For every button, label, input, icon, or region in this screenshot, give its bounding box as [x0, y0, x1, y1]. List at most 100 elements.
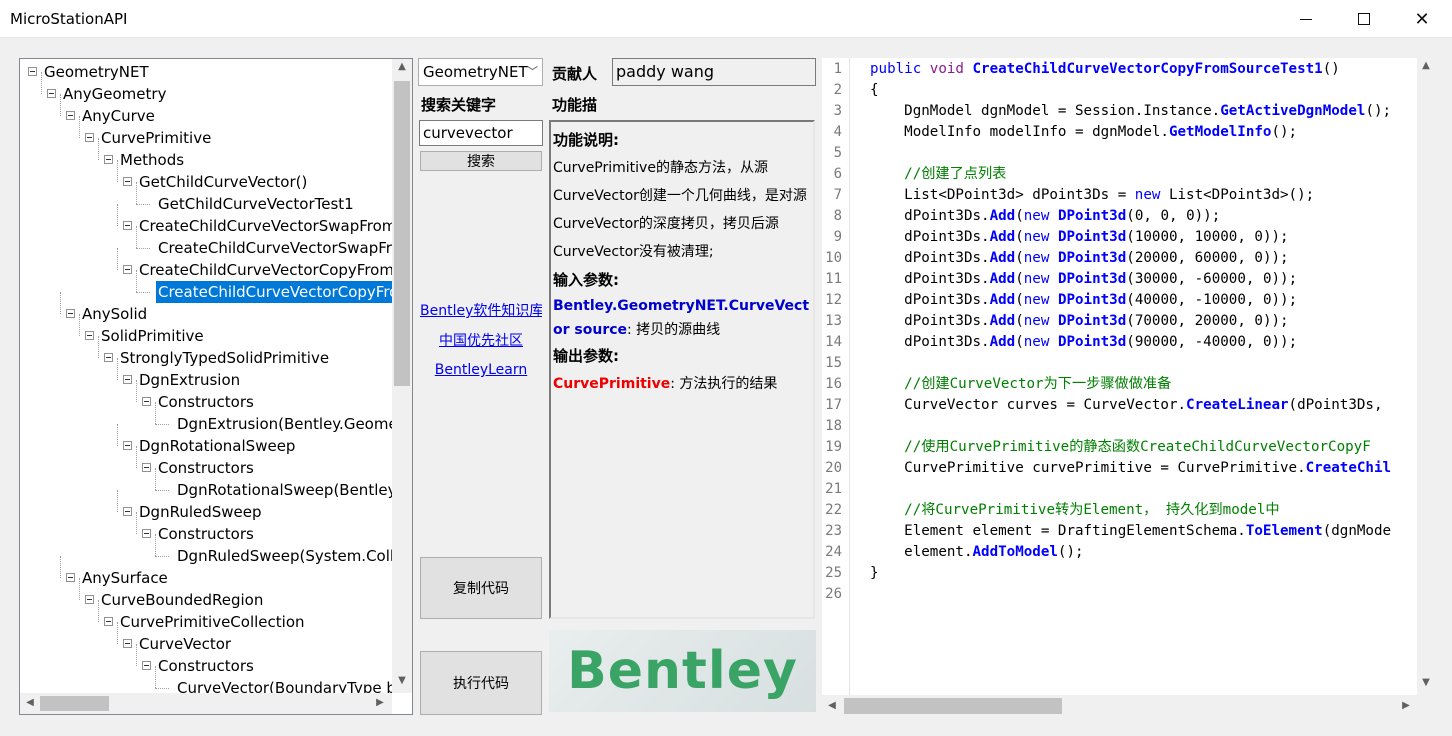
collapse-toggle-icon[interactable]	[85, 595, 94, 604]
code-token: List<DPoint3d>();	[1168, 187, 1315, 203]
tree-node[interactable]: CurveVector(BoundaryType b	[175, 677, 392, 693]
scroll-right-icon[interactable]: ▶	[372, 697, 388, 708]
editor-scroll-up-icon[interactable]: ▲	[1418, 60, 1434, 71]
tree-node[interactable]: DgnRotationalSweep	[137, 435, 297, 457]
tree-node-selected[interactable]: CreateChildCurveVectorCopyFro	[156, 281, 392, 303]
link-china-community[interactable]: 中国优先社区	[420, 330, 542, 350]
minimize-button[interactable]	[1276, 0, 1336, 38]
collapse-toggle-icon[interactable]	[104, 155, 113, 164]
line-number: 11	[825, 271, 842, 287]
tree-connector-line	[155, 666, 156, 688]
collapse-toggle-icon[interactable]	[123, 441, 132, 450]
collapse-toggle-icon[interactable]	[123, 375, 132, 384]
collapse-toggle-icon[interactable]	[123, 507, 132, 516]
collapse-toggle-icon[interactable]	[85, 331, 94, 340]
collapse-toggle-icon[interactable]	[123, 265, 132, 274]
tree-connector-line	[136, 446, 137, 468]
code-token: ToElement	[1245, 523, 1323, 539]
collapse-toggle-icon[interactable]	[47, 89, 56, 98]
scroll-left-icon[interactable]: ◀	[22, 697, 38, 708]
tree-node[interactable]: SolidPrimitive	[99, 325, 206, 347]
tree-node[interactable]: AnySolid	[80, 303, 149, 325]
collapse-toggle-icon[interactable]	[142, 529, 151, 538]
tree-vertical-scrollbar[interactable]: ▲ ▼	[392, 59, 412, 693]
collapse-toggle-icon[interactable]	[85, 133, 94, 142]
editor-scroll-right-icon[interactable]: ▶	[1398, 700, 1414, 711]
tree-node[interactable]: GetChildCurveVector()	[137, 171, 309, 193]
collapse-toggle-icon[interactable]	[66, 309, 75, 318]
namespace-combo[interactable]: GeometryNET ﹀	[418, 58, 543, 86]
code-area[interactable]: public void CreateChildCurveVectorCopyFr…	[870, 58, 1417, 695]
tree-node[interactable]: GeometryNET	[42, 61, 151, 83]
link-bentley-learn[interactable]: BentleyLearn	[420, 362, 542, 378]
tree-node[interactable]: DgnRuledSweep(System.Colle	[175, 545, 392, 567]
search-input[interactable]	[419, 120, 543, 146]
tree-node[interactable]: GetChildCurveVectorTest1	[156, 193, 356, 215]
tree-node[interactable]: DgnRotationalSweep(Bentley	[175, 479, 392, 501]
tree-node[interactable]: StronglyTypedSolidPrimitive	[118, 347, 331, 369]
tree-connector-line	[155, 556, 169, 557]
tree-node[interactable]: DgnExtrusion	[137, 369, 242, 391]
editor-vertical-scrollbar[interactable]: ▲ ▼	[1417, 58, 1435, 695]
collapse-toggle-icon[interactable]	[104, 353, 113, 362]
collapse-toggle-icon[interactable]	[142, 397, 151, 406]
tree-node[interactable]: Methods	[118, 149, 186, 171]
tree-node[interactable]: CreateChildCurveVectorSwapFrom	[137, 215, 392, 237]
api-tree-view[interactable]: GeometryNET AnyGeometry AnyCurve CurvePrimi…	[19, 58, 413, 715]
tree-node[interactable]: DgnExtrusion(Bentley.Geome	[175, 413, 392, 435]
scroll-down-icon[interactable]: ▼	[394, 675, 410, 686]
line-number: 21	[825, 481, 842, 497]
close-button[interactable]: ✕	[1392, 0, 1452, 38]
collapse-toggle-icon[interactable]	[123, 639, 132, 648]
code-token: (90000, -40000, 0));	[1126, 334, 1298, 350]
tree-node[interactable]: CurveVector	[137, 633, 233, 655]
scroll-up-icon[interactable]: ▲	[394, 61, 410, 72]
code-line: CurvePrimitive curvePrimitive = CurvePri…	[870, 458, 1391, 479]
code-line: List<DPoint3d> dPoint3Ds = new List<DPoi…	[870, 185, 1314, 206]
link-bentley-knowledge[interactable]: Bentley软件知识库	[420, 300, 542, 318]
editor-scroll-down-icon[interactable]: ▼	[1418, 677, 1434, 688]
search-button[interactable]: 搜索	[420, 151, 542, 171]
code-line: //创建CurveVector为下一步骤做做准备	[870, 374, 1171, 395]
tree-horizontal-scrollbar[interactable]: ◀ ▶	[20, 693, 392, 714]
contributor-field[interactable]: paddy wang	[612, 58, 816, 86]
collapse-toggle-icon[interactable]	[123, 221, 132, 230]
tree-node[interactable]: AnyCurve	[80, 105, 157, 127]
tree-node[interactable]: DgnRuledSweep	[137, 501, 264, 523]
editor-horizontal-thumb[interactable]	[844, 698, 1062, 714]
collapse-toggle-icon[interactable]	[142, 661, 151, 670]
tree-node[interactable]: Constructors	[156, 457, 256, 479]
collapse-toggle-icon[interactable]	[66, 573, 75, 582]
tree-node[interactable]: CreateChildCurveVectorCopyFrom	[137, 259, 392, 281]
tree-node[interactable]: CurveBoundedRegion	[99, 589, 265, 611]
tree-node[interactable]: CurvePrimitiveCollection	[118, 611, 307, 633]
tree-node[interactable]: Constructors	[156, 655, 256, 677]
tree-node[interactable]: AnySurface	[80, 567, 170, 589]
collapse-toggle-icon[interactable]	[123, 177, 132, 186]
code-token: new	[1023, 313, 1058, 329]
collapse-toggle-icon[interactable]	[66, 111, 75, 120]
collapse-toggle-icon[interactable]	[28, 67, 37, 76]
tree-node[interactable]: Constructors	[156, 523, 256, 545]
collapse-toggle-icon[interactable]	[104, 617, 113, 626]
code-token: (0, 0, 0));	[1126, 208, 1221, 224]
code-token: ();	[1271, 124, 1298, 140]
copy-code-button[interactable]: 复制代码	[420, 557, 542, 619]
tree-vertical-thumb[interactable]	[394, 81, 410, 386]
tree-horizontal-thumb[interactable]	[40, 696, 109, 711]
tree-connector-line	[117, 424, 118, 446]
run-code-button[interactable]: 执行代码	[420, 651, 542, 715]
tree-node[interactable]: CreateChildCurveVectorSwapFro	[156, 237, 392, 259]
code-token: CreateLinear	[1186, 397, 1289, 413]
code-line: dPoint3Ds.Add(new DPoint3d(70000, 20000,…	[870, 311, 1288, 332]
tree-connector-line	[117, 490, 118, 512]
maximize-button[interactable]	[1334, 0, 1394, 38]
tree-node[interactable]: CurvePrimitive	[99, 127, 213, 149]
code-token: new	[1023, 208, 1058, 224]
tree-node[interactable]: AnyGeometry	[61, 83, 168, 105]
collapse-toggle-icon[interactable]	[142, 463, 151, 472]
tree-node[interactable]: Constructors	[156, 391, 256, 413]
code-editor[interactable]: 1 2 3 4 5 6 7 8 9 10 11 12 13 14 15 16 17 18 19 20 21 22 23 24 2…	[822, 58, 1435, 717]
editor-scroll-left-icon[interactable]: ◀	[824, 700, 840, 711]
editor-horizontal-scrollbar[interactable]: ◀ ▶	[822, 695, 1435, 717]
